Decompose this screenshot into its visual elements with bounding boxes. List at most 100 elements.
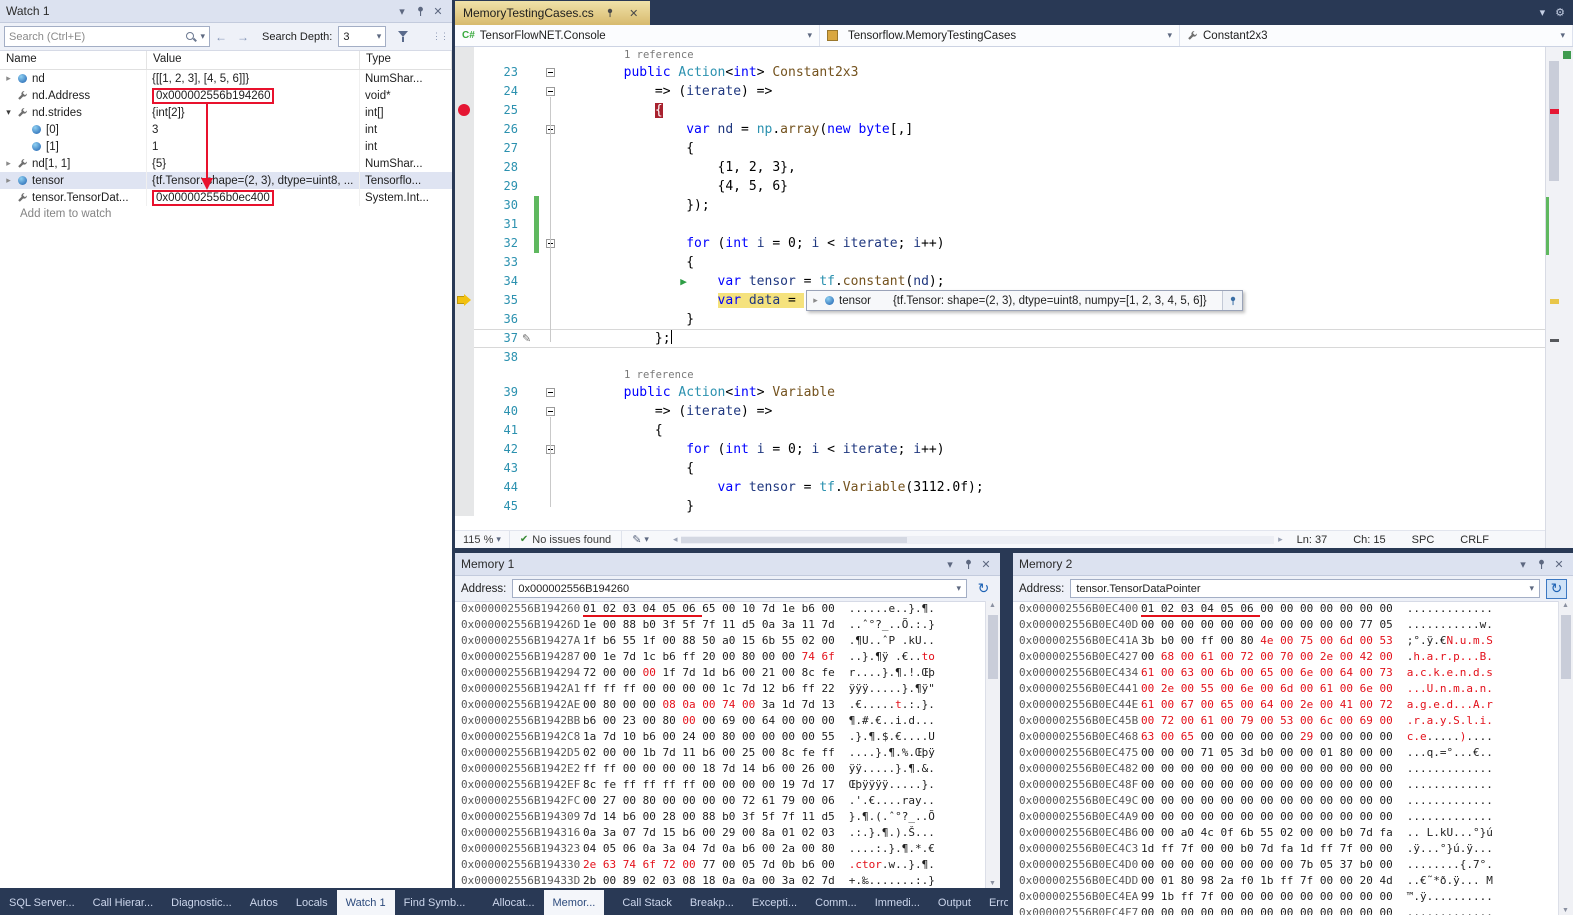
code-line[interactable]: 36 } — [455, 310, 1545, 329]
memory2-scrollbar[interactable] — [1558, 601, 1573, 915]
memory-row[interactable]: 0x000002556B1943097d 14 b6 00 28 00 88 b… — [455, 809, 985, 825]
glyph-margin[interactable] — [455, 177, 474, 196]
glyph-margin[interactable] — [455, 402, 474, 421]
watch-value[interactable]: {int[2]} — [147, 104, 360, 121]
memory-row[interactable]: 0x000002556B1942C81a 7d 10 b6 00 24 00 8… — [455, 729, 985, 745]
document-tab[interactable]: MemoryTestingCases.cs ✕ — [455, 1, 650, 25]
watch-value[interactable]: 0x000002556b0ec400 — [147, 189, 360, 206]
code-editor[interactable]: 1 reference23 public Action<int> Constan… — [455, 47, 1545, 530]
project-dropdown[interactable]: C# TensorFlowNET.Console ▾ — [455, 25, 820, 46]
memory-row[interactable]: 0x000002556B1943160a 3a 07 7d 15 b6 00 2… — [455, 825, 985, 841]
memory-row[interactable]: 0x000002556B1942EF8c fe ff ff ff ff 00 0… — [455, 777, 985, 793]
glyph-margin[interactable] — [455, 440, 474, 459]
glyph-margin[interactable] — [455, 310, 474, 329]
issues-indicator[interactable]: ✔ No issues found — [510, 531, 621, 548]
memory-row[interactable]: 0x000002556B1942D502 00 00 1b 7d 11 b6 0… — [455, 745, 985, 761]
memory-row[interactable]: 0x000002556B0EC40D00 00 00 00 00 00 00 0… — [1013, 617, 1558, 633]
pin-icon[interactable] — [1533, 556, 1549, 572]
fold-collapse-icon[interactable] — [546, 87, 555, 96]
search-depth-select[interactable]: 3 ▾ — [338, 26, 386, 47]
breakpoint-icon[interactable] — [458, 104, 470, 116]
glyph-margin[interactable] — [455, 215, 474, 234]
close-icon[interactable]: ✕ — [430, 3, 446, 19]
tool-window-tab-comm[interactable]: Comm... — [806, 890, 866, 915]
column-indicator[interactable]: Ch: 15 — [1353, 534, 1385, 546]
pin-icon[interactable] — [602, 5, 618, 21]
code-line[interactable]: 28 {1, 2, 3}, — [455, 158, 1545, 177]
expander-icon[interactable]: ▸ — [809, 295, 822, 306]
window-position-icon[interactable]: ▾ — [1515, 556, 1531, 572]
watch-titlebar[interactable]: Watch 1 ▾ ✕ — [0, 0, 452, 23]
chevron-down-icon[interactable]: ▾ — [1529, 583, 1534, 594]
close-icon[interactable]: ✕ — [626, 5, 642, 21]
memory1-address-input[interactable]: 0x000002556B194260 ▾ — [512, 579, 967, 598]
column-header-name[interactable]: Name — [0, 51, 147, 69]
fold-collapse-icon[interactable] — [546, 388, 555, 397]
glyph-margin[interactable] — [455, 120, 474, 139]
refresh-icon[interactable]: ↻ — [1546, 579, 1567, 599]
codelens-references[interactable]: 1 reference — [561, 47, 694, 63]
code-line[interactable]: 23 public Action<int> Constant2x3 — [455, 63, 1545, 82]
memory-row[interactable]: 0x000002556B19428700 1e 7d 1c b6 ff 20 0… — [455, 649, 985, 665]
code-line[interactable]: 41 { — [455, 421, 1545, 440]
glyph-margin[interactable] — [455, 383, 474, 402]
memory-row[interactable]: 0x000002556B19426001 02 03 04 05 06 65 0… — [455, 601, 985, 617]
run-to-click-icon[interactable]: ▶ — [680, 272, 687, 291]
code-line[interactable]: 29 {4, 5, 6} — [455, 177, 1545, 196]
watch-row[interactable]: nd.Address0x000002556b194260void* — [0, 87, 452, 104]
code-line[interactable]: 44 var tensor = tf.Variable(3112.0f); — [455, 478, 1545, 497]
pin-icon[interactable] — [412, 3, 428, 19]
code-line[interactable]: 25 { — [455, 101, 1545, 120]
code-line[interactable]: 31 — [455, 215, 1545, 234]
watch-row[interactable]: ▸nd{[[1, 2, 3], [4, 5, 6]]}NumShar... — [0, 70, 452, 87]
code-line[interactable]: 33 { — [455, 253, 1545, 272]
space-indicator[interactable]: SPC — [1412, 534, 1435, 546]
memory2-address-input[interactable]: tensor.TensorDataPointer ▾ — [1070, 579, 1540, 598]
memory-row[interactable]: 0x000002556B0EC40001 02 03 04 05 06 00 0… — [1013, 601, 1558, 617]
scrollbar-thumb[interactable] — [988, 615, 998, 679]
editor-vertical-scrollbar[interactable] — [1545, 47, 1573, 548]
glyph-margin[interactable] — [455, 497, 474, 516]
memory-row[interactable]: 0x000002556B0EC41A3b b0 00 ff 00 80 4e 0… — [1013, 633, 1558, 649]
memory-row[interactable]: 0x000002556B19429472 00 00 00 1f 7d 1d b… — [455, 665, 985, 681]
watch-value[interactable]: {tf.Tensor: shape=(2, 3), dtype=uint8, .… — [147, 172, 360, 189]
memory1-titlebar[interactable]: Memory 1 ▾ ✕ — [455, 553, 1000, 576]
code-line[interactable]: 42 for (int i = 0; i < iterate; i++) — [455, 440, 1545, 459]
scrollbar-track[interactable] — [681, 536, 1274, 544]
code-line[interactable]: 27 { — [455, 139, 1545, 158]
watch-row[interactable]: [1]1int — [0, 138, 452, 155]
memory-row[interactable]: 0x000002556B0EC4C31d ff 7f 00 00 b0 7d f… — [1013, 841, 1558, 857]
tool-window-tab-excepti[interactable]: Excepti... — [743, 890, 806, 915]
close-icon[interactable]: ✕ — [978, 556, 994, 572]
tool-window-tab-sql-server[interactable]: SQL Server... — [0, 890, 84, 915]
memory-row[interactable]: 0x000002556B19426D1e 00 88 b0 3f 5f 7f 1… — [455, 617, 985, 633]
glyph-margin[interactable] — [455, 234, 474, 253]
fold-collapse-icon[interactable] — [546, 407, 555, 416]
memory-row[interactable]: 0x000002556B1942E2ff ff 00 00 00 00 18 7… — [455, 761, 985, 777]
code-line[interactable]: 38 — [455, 348, 1545, 367]
line-indicator[interactable]: Ln: 37 — [1297, 534, 1328, 546]
watch-value[interactable]: 1 — [147, 138, 360, 155]
glyph-margin[interactable] — [455, 272, 474, 291]
memory-row[interactable]: 0x000002556B19433D2b 00 89 02 03 08 18 0… — [455, 873, 985, 888]
code-line[interactable]: 45 } — [455, 497, 1545, 516]
memory-row[interactable]: 0x000002556B0EC45B00 72 00 61 00 79 00 5… — [1013, 713, 1558, 729]
datatip-pin-icon[interactable] — [1222, 291, 1242, 310]
toolbar-overflow-icon[interactable]: ⋮⋮ — [432, 31, 448, 42]
tool-window-tab-call-hierar[interactable]: Call Hierar... — [84, 890, 163, 915]
code-line[interactable]: 32 for (int i = 0; i < iterate; i++) — [455, 234, 1545, 253]
tool-window-tab-breakp[interactable]: Breakp... — [681, 890, 743, 915]
window-options-icon[interactable]: ⚙ — [1555, 6, 1565, 19]
search-options-chevron-icon[interactable]: ▾ — [200, 31, 205, 42]
zoom-select[interactable]: 115 % ▾ — [455, 531, 510, 548]
memory-row[interactable]: 0x000002556B0EC4EA99 1b ff 7f 00 00 00 0… — [1013, 889, 1558, 905]
memory-row[interactable]: 0x000002556B1942FC00 27 00 80 00 00 00 0… — [455, 793, 985, 809]
glyph-margin[interactable] — [455, 63, 474, 82]
memory-row[interactable]: 0x000002556B0EC4D000 00 00 00 00 00 00 0… — [1013, 857, 1558, 873]
tool-window-tab-error-list[interactable]: Error List — [980, 890, 1008, 915]
memory-row[interactable]: 0x000002556B0EC48200 00 00 00 00 00 00 0… — [1013, 761, 1558, 777]
glyph-margin[interactable] — [455, 139, 474, 158]
tool-window-tab-locals[interactable]: Locals — [287, 890, 337, 915]
memory-row[interactable]: 0x000002556B19427A1f b6 55 1f 00 88 50 a… — [455, 633, 985, 649]
scroll-right-icon[interactable]: ▸ — [1278, 534, 1283, 545]
